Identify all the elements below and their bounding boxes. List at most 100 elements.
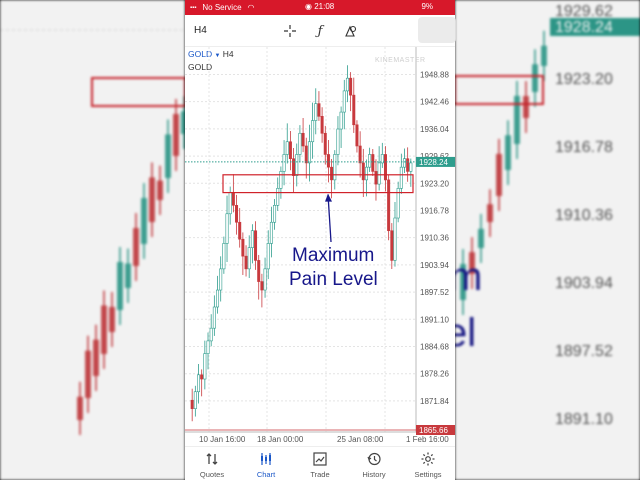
candle-body xyxy=(320,116,324,134)
battery-label: 9% xyxy=(421,2,433,11)
price-tick-label: 1910.36 xyxy=(420,234,449,243)
crosshair-icon[interactable] xyxy=(281,22,299,40)
candle-body xyxy=(393,217,397,261)
candle-body xyxy=(244,255,248,270)
price-tick-label: 1891.10 xyxy=(420,315,449,324)
function-icon[interactable]: ƒ xyxy=(311,22,329,40)
price-tick-label: 1884.68 xyxy=(420,342,449,351)
bg-candle-body xyxy=(505,135,511,170)
clock-time: 21:08 xyxy=(314,2,335,11)
bg-candle-body xyxy=(77,396,83,420)
candle-body xyxy=(279,171,283,189)
candle-body xyxy=(231,192,235,206)
candle-body xyxy=(301,132,305,147)
bg-candle-body xyxy=(541,45,547,66)
nav-history[interactable]: History xyxy=(347,447,401,480)
candle-body xyxy=(206,340,210,354)
editor-overlay-icon xyxy=(418,17,456,43)
nav-settings[interactable]: Settings xyxy=(401,447,455,480)
wifi-icon: ◠ xyxy=(247,3,255,12)
candle-body xyxy=(263,268,267,291)
candle-body xyxy=(250,230,254,248)
candle-body xyxy=(317,103,321,117)
candle-body xyxy=(219,268,223,291)
candle-body xyxy=(260,281,264,291)
candle-body xyxy=(330,166,334,181)
candle-body xyxy=(222,243,226,270)
background-right-chart: 1929.621928.24 1923.20 1916.78 1910.36 1903.… xyxy=(455,3,640,428)
candle-body xyxy=(216,289,220,308)
bg-candle-body xyxy=(125,263,131,288)
nav-quotes[interactable]: Quotes xyxy=(185,447,239,480)
status-bar: ▪▪▪ No Service ◠ ◉ 21:08 9% xyxy=(185,0,455,15)
bg-candle-body xyxy=(532,64,538,92)
candle-body xyxy=(409,162,413,172)
annotation-arrow xyxy=(327,194,332,243)
bg-candle-body xyxy=(165,134,171,178)
nav-history-label: History xyxy=(362,470,386,479)
nav-settings-label: Settings xyxy=(414,470,442,479)
candle-body xyxy=(295,154,299,176)
nav-chart-label: Chart xyxy=(256,470,276,479)
price-tick-label: 1923.20 xyxy=(420,179,449,188)
nav-chart[interactable]: Chart xyxy=(239,447,293,480)
nav-trade-label: Trade xyxy=(310,470,330,479)
bg-candle-body xyxy=(157,180,163,200)
candle-body xyxy=(387,179,391,232)
quotes-icon xyxy=(206,453,218,465)
time-tick-label: 18 Jan 00:00 xyxy=(257,435,304,444)
time-tick-label: 1 Feb 16:00 xyxy=(406,435,449,444)
candle-body xyxy=(254,230,258,261)
candle-body xyxy=(364,166,368,181)
candle-body xyxy=(361,162,365,181)
candle-body xyxy=(406,158,410,172)
candle-body xyxy=(212,306,216,329)
candle-body xyxy=(200,374,204,380)
bg-candle-body xyxy=(478,228,484,248)
clock: ◉ 21:08 xyxy=(305,2,334,11)
candle-body xyxy=(282,154,286,172)
candle-body xyxy=(352,94,356,126)
candle-body xyxy=(355,124,359,147)
candle-body xyxy=(307,141,311,164)
candle-body xyxy=(266,243,270,270)
low-price-label: 1865.66 xyxy=(419,426,448,435)
nav-trade[interactable]: Trade xyxy=(293,447,347,480)
bg-zone-box xyxy=(91,77,185,107)
bottom-navigation: Quotes Chart Trade History Settings xyxy=(185,446,455,480)
objects-icon[interactable] xyxy=(341,22,359,40)
background-right-panel: 1929.62 1928.24 1923.20 1916.78 1910.36 1903.… xyxy=(455,0,640,480)
candle-body xyxy=(304,145,308,164)
candle-body xyxy=(383,154,387,181)
nav-quotes-label: Quotes xyxy=(199,470,225,479)
candle-body xyxy=(247,247,251,270)
trade-icon xyxy=(313,452,327,466)
bg-candle-body xyxy=(141,198,147,244)
price-tick-label: 1948.88 xyxy=(420,70,449,79)
candle-body xyxy=(349,77,353,96)
candle-body xyxy=(311,120,315,143)
candle-body xyxy=(285,141,289,155)
candle-body xyxy=(197,374,201,393)
candle-body xyxy=(292,158,296,176)
candle-body xyxy=(323,132,327,155)
candle-body xyxy=(298,132,302,155)
background-left-chart xyxy=(0,29,185,435)
price-tick-label: 1916.78 xyxy=(420,206,449,215)
timeframe-button[interactable]: H4 xyxy=(194,25,207,36)
price-chart[interactable]: 1948.881942.461936.041929.621923.201916.… xyxy=(185,47,455,446)
candle-body xyxy=(257,260,261,282)
phone-screen: ▪▪▪ No Service ◠ ◉ 21:08 9% H4 ƒ GOLD ▼ … xyxy=(185,0,455,480)
bg-price-label: 1903.94 xyxy=(555,275,613,292)
annotation-label: Maximum xyxy=(292,245,374,266)
candle-body xyxy=(377,162,381,185)
time-tick-label: 25 Jan 08:00 xyxy=(337,435,384,444)
candle-body xyxy=(235,205,239,223)
candle-body xyxy=(288,141,292,159)
bg-candle-body xyxy=(109,306,115,332)
bg-price-label: 1897.52 xyxy=(555,343,613,360)
candle-body xyxy=(368,154,372,168)
bg-candle-body xyxy=(173,113,179,156)
bg-candle-body xyxy=(117,261,123,310)
candle-body xyxy=(342,90,346,113)
